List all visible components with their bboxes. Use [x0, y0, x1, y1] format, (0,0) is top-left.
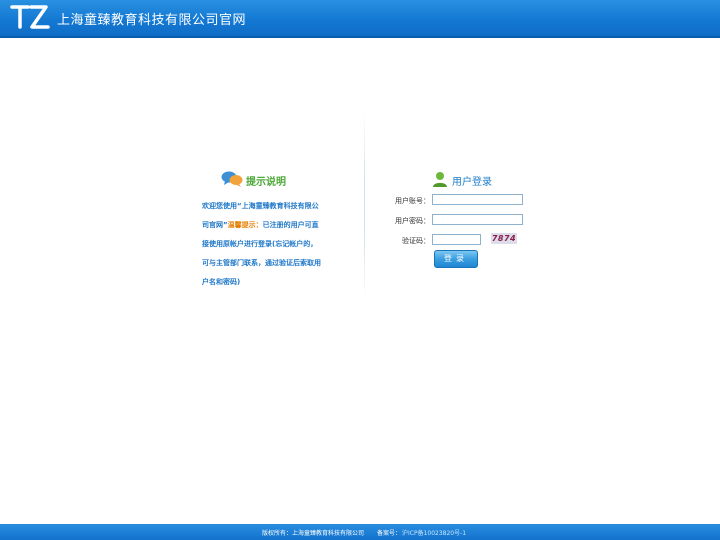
username-label: 用户账号：	[395, 197, 430, 205]
captcha-label: 验证码：	[402, 237, 430, 245]
tips-highlight: 温馨提示：	[227, 221, 263, 229]
tips-line: 司官网”温馨提示：已注册的用户可直	[202, 216, 344, 235]
username-field[interactable]	[432, 194, 523, 205]
icp-link[interactable]: 沪ICP备10023820号-1	[402, 528, 466, 537]
tips-line: 可与主管部门联系，通过验证后索取用	[202, 259, 321, 267]
login-title: 用户登录	[452, 177, 492, 188]
copyright-text: 版权所有：上海童臻教育科技有限公司	[262, 530, 365, 537]
password-label: 用户密码：	[395, 217, 430, 225]
site-footer: 版权所有：上海童臻教育科技有限公司 备案号： 沪ICP备10023820号-1	[0, 524, 720, 540]
icp-label: 备案号：	[377, 530, 402, 537]
user-icon	[433, 172, 447, 187]
tips-line-text: 已注册的用户可直	[262, 221, 319, 229]
tips-text: 欢迎您使用“上海童臻教育科技有限公 司官网”温馨提示：已注册的用户可直 接使用原…	[202, 197, 344, 292]
site-title: 上海童臻教育科技有限公司官网	[57, 13, 247, 28]
tips-line-text: 司官网”	[202, 221, 228, 229]
panel-divider	[364, 112, 365, 302]
login-page: 上海童臻教育科技有限公司官网 提示说明 欢迎您使用“上海童臻教育科技有限公 司官…	[0, 0, 720, 540]
login-button[interactable]: 登录	[434, 250, 478, 268]
tips-title: 提示说明	[246, 177, 286, 188]
tips-line: 户名和密码)	[202, 278, 241, 286]
captcha-image[interactable]: 7874	[491, 233, 517, 244]
password-field[interactable]	[432, 214, 523, 225]
captcha-field[interactable]	[432, 234, 481, 245]
chat-bubbles-icon	[221, 171, 243, 187]
tips-line: 接使用原帐户进行登录(忘记帐户的，	[202, 240, 318, 248]
tips-line: 欢迎您使用“上海童臻教育科技有限公	[202, 202, 319, 210]
site-header: 上海童臻教育科技有限公司官网	[0, 0, 720, 38]
tz-logo-icon	[10, 5, 50, 29]
